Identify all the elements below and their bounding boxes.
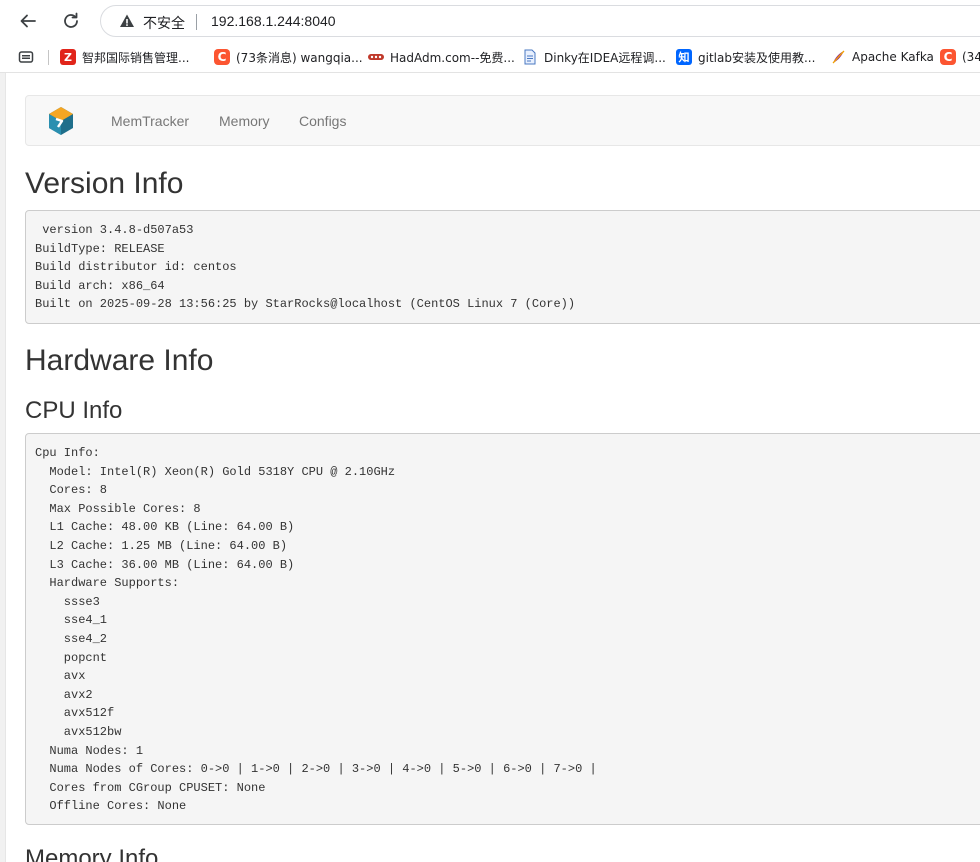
security-label[interactable]: 不安全 — [143, 13, 185, 33]
kafka-icon — [830, 49, 846, 65]
bookmark-label: gitlab安装及使用教... — [698, 50, 816, 65]
bookmark-label: (34 — [962, 50, 980, 64]
back-button[interactable] — [15, 8, 41, 34]
csdn-icon: C — [940, 49, 956, 65]
bookmarks-divider — [48, 50, 49, 65]
bookmark-item[interactable]: Dinky在IDEA远程调... — [522, 48, 666, 66]
zbintel-icon: Z — [60, 49, 76, 65]
hardware-info-heading: Hardware Info — [25, 344, 214, 377]
page-content: MemTracker Memory Configs Version Info v… — [5, 73, 980, 862]
warning-icon[interactable] — [119, 13, 135, 29]
bookmark-item[interactable]: 知 gitlab安装及使用教... — [676, 48, 815, 66]
bookmarks-bar: Z 智邦国际销售管理... C (73条消息) wangqia... HadAd… — [0, 42, 980, 73]
bookmark-label: Dinky在IDEA远程调... — [544, 50, 666, 65]
nav-memory[interactable]: Memory — [219, 113, 270, 129]
document-icon — [522, 49, 538, 65]
memory-info-heading: Memory Info — [25, 845, 159, 862]
reload-button[interactable] — [58, 8, 84, 34]
omnibox-divider — [196, 14, 197, 30]
version-info-heading: Version Info — [25, 167, 184, 200]
starrocks-logo-icon[interactable] — [46, 106, 76, 136]
tab-search-icon[interactable] — [18, 50, 34, 64]
bookmark-item[interactable]: C (73条消息) wangqia... — [214, 48, 363, 66]
bookmark-label: 智邦国际销售管理... — [82, 50, 190, 65]
bookmark-item[interactable]: Apache Kafka — [830, 48, 934, 66]
nav-configs[interactable]: Configs — [299, 113, 346, 129]
hadadm-icon — [368, 49, 384, 65]
bookmark-label: HadAdm.com--免费... — [390, 50, 515, 65]
address-bar[interactable]: 不安全 192.168.1.244:8040 — [100, 5, 980, 37]
reload-icon — [64, 12, 78, 28]
bookmark-item[interactable]: HadAdm.com--免费... — [368, 48, 515, 66]
cpu-info-heading: CPU Info — [25, 397, 123, 424]
bookmark-item[interactable]: C (34 — [940, 48, 980, 66]
bookmark-label: Apache Kafka — [852, 50, 934, 64]
csdn-icon: C — [214, 49, 230, 65]
top-navbar: MemTracker Memory Configs — [25, 95, 980, 146]
version-info-block: version 3.4.8-d507a53 BuildType: RELEASE… — [25, 210, 980, 324]
page-viewport: MemTracker Memory Configs Version Info v… — [0, 73, 980, 862]
back-arrow-icon — [20, 14, 36, 28]
url-text[interactable]: 192.168.1.244:8040 — [211, 13, 336, 29]
nav-memtracker[interactable]: MemTracker — [111, 113, 189, 129]
bookmark-item[interactable]: Z 智邦国际销售管理... — [60, 48, 189, 66]
browser-toolbar: 不安全 192.168.1.244:8040 — [0, 0, 980, 40]
bookmark-label: (73条消息) wangqia... — [236, 50, 363, 65]
zhihu-icon: 知 — [676, 49, 692, 65]
cpu-info-block: Cpu Info: Model: Intel(R) Xeon(R) Gold 5… — [25, 433, 980, 825]
